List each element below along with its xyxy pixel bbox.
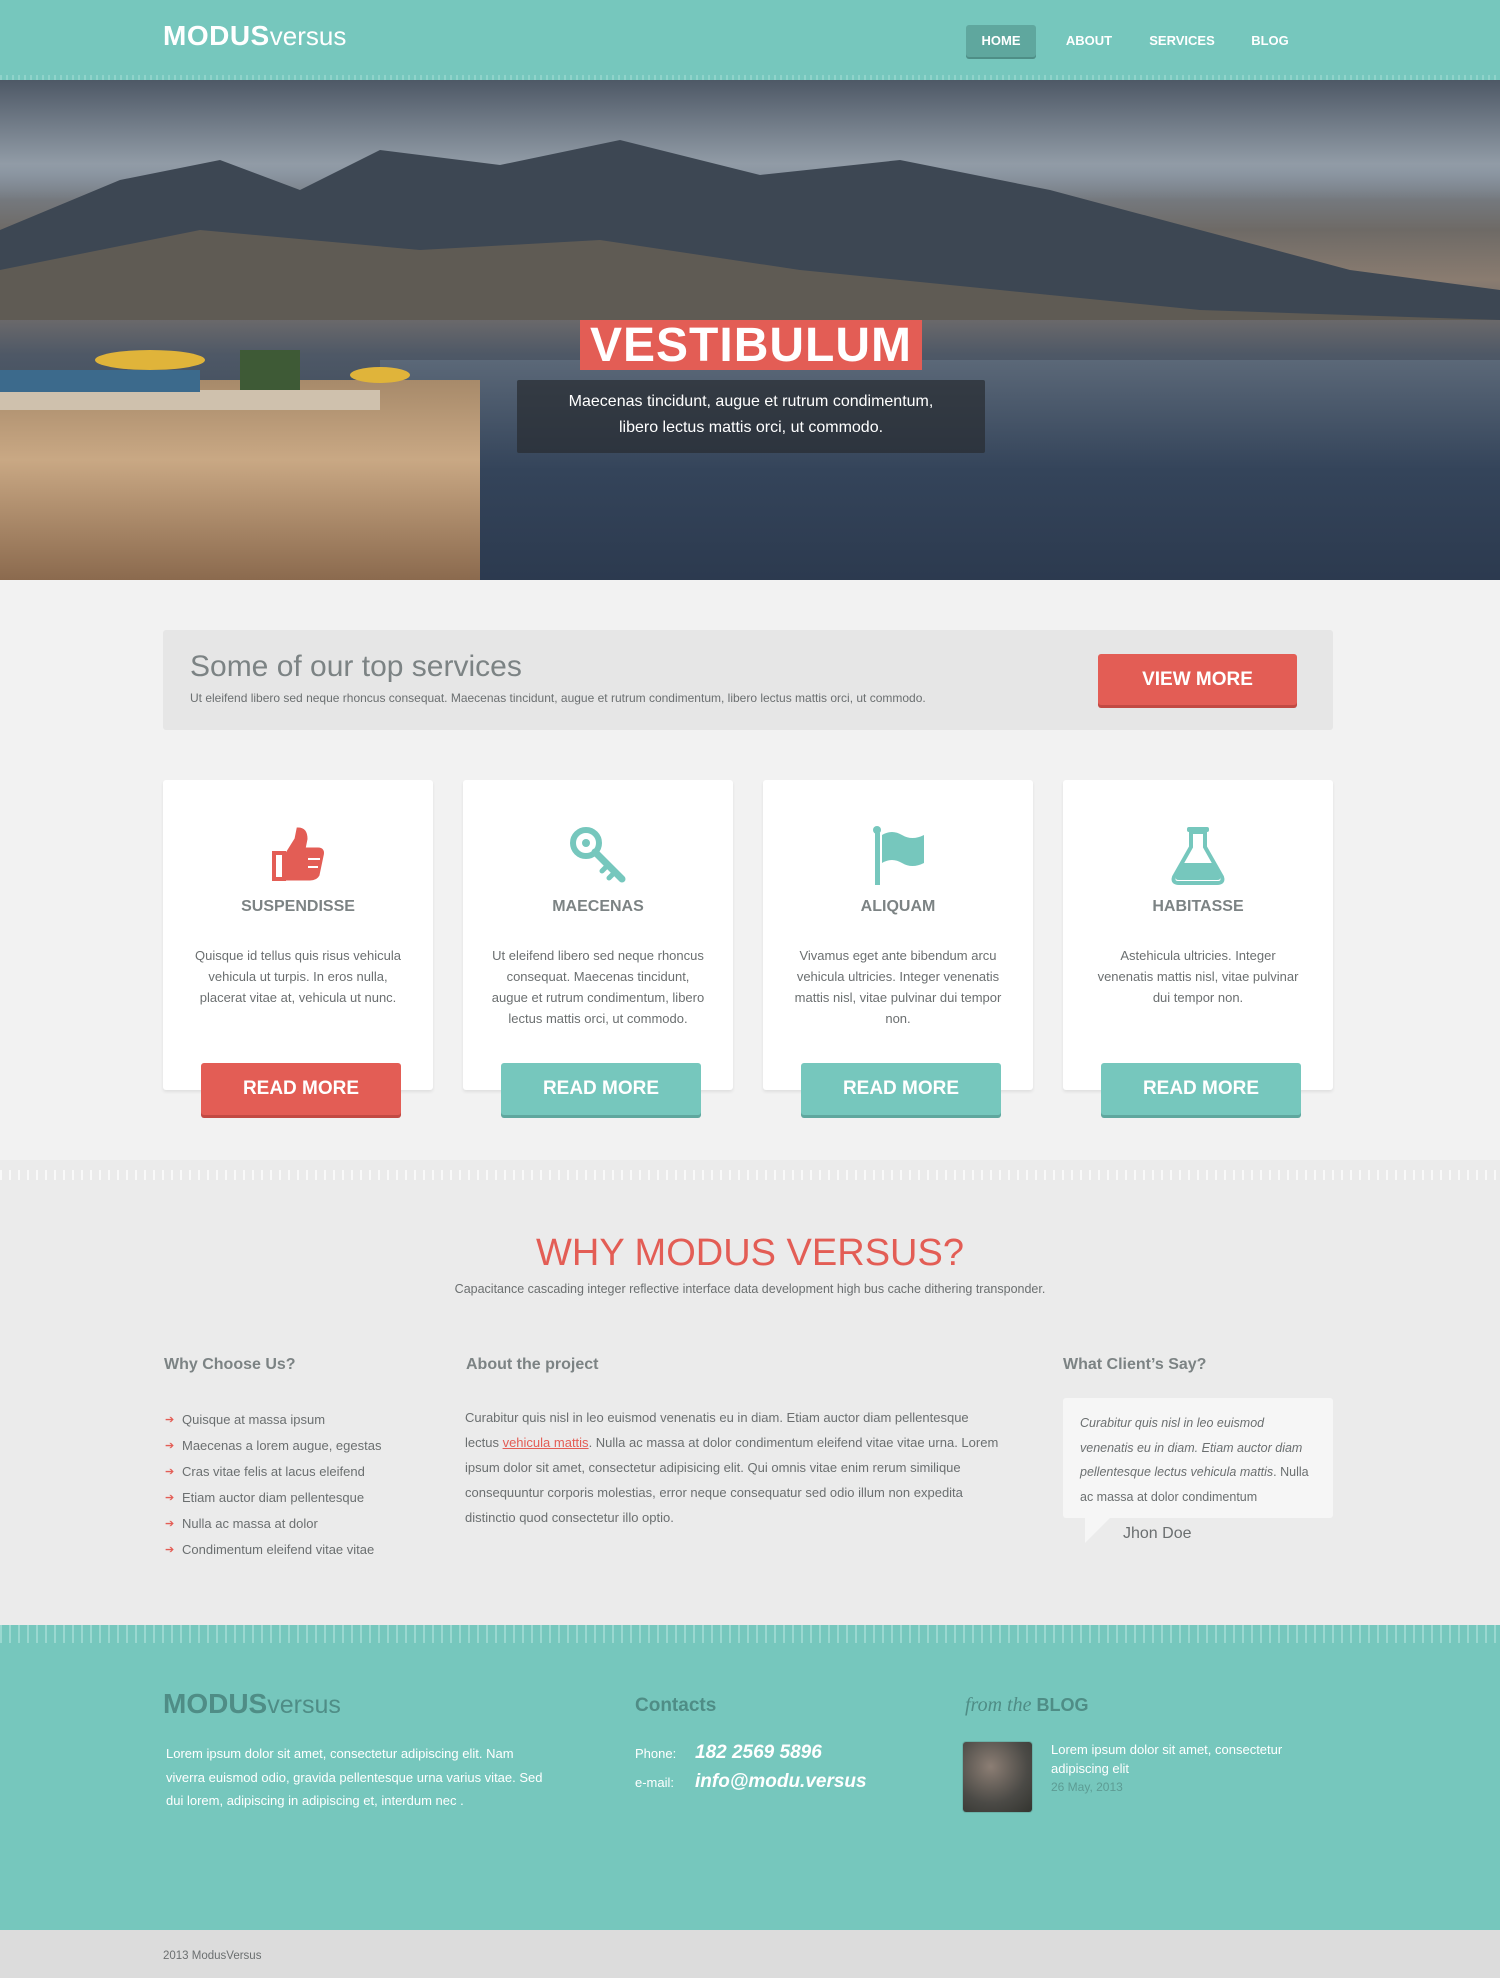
- blog-pre: from the: [965, 1694, 1032, 1716]
- why-stitch: [0, 1170, 1500, 1180]
- site-footer: MODUSversus Lorem ipsum dolor sit amet, …: [0, 1625, 1500, 1930]
- email-line: e-mail: info@modu.versus: [635, 1771, 867, 1793]
- top-services-heading: Some of our top services: [190, 650, 522, 683]
- about-project-heading: About the project: [466, 1356, 599, 1373]
- blog-thumbnail[interactable]: [963, 1742, 1032, 1812]
- thumbs-up-icon: [272, 827, 324, 881]
- card-text: Vivamus eget ante bibendum arcu vehicula…: [794, 948, 1002, 1026]
- list-item: Cras vitae felis at lacus eleifend: [165, 1459, 381, 1485]
- read-more-button[interactable]: READ MORE: [501, 1063, 701, 1115]
- footer-about-text: Lorem ipsum dolor sit amet, consectetur …: [166, 1746, 543, 1808]
- phone-label: Phone:: [635, 1746, 677, 1761]
- key-icon: [570, 827, 626, 883]
- phone-line: Phone: 182 2569 5896: [635, 1742, 822, 1764]
- view-more-button[interactable]: VIEW MORE: [1098, 654, 1297, 705]
- read-more-button[interactable]: READ MORE: [1101, 1063, 1301, 1115]
- hero-subtitle-line2: libero lectus mattis orci, ut commodo.: [618, 419, 884, 436]
- hero-terrace: [0, 350, 410, 410]
- list-item: Quisque at massa ipsum: [165, 1407, 381, 1433]
- why-choose-heading: Why Choose Us?: [164, 1356, 296, 1373]
- hero-subtitle: Maecenas tincidunt, augue et rutrum cond…: [517, 380, 985, 453]
- blog-post-title[interactable]: Lorem ipsum dolor sit amet, consectetur …: [1051, 1740, 1311, 1778]
- list-item: Nulla ac massa at dolor: [165, 1511, 381, 1537]
- list-item: Maecenas a lorem augue, egestas: [165, 1433, 381, 1459]
- contacts-heading: Contacts: [635, 1695, 717, 1716]
- list-item: Etiam auctor diam pellentesque: [165, 1485, 381, 1511]
- logo-light: versus: [269, 21, 347, 51]
- why-heading: WHY MODUS VERSUS?: [536, 1232, 964, 1274]
- flag-icon: [873, 826, 924, 885]
- main-nav: HOME ABOUT SERVICES BLOG: [966, 25, 1300, 57]
- card-title: ALIQUAM: [860, 898, 936, 915]
- about-project-text: Curabitur quis nisl in leo euismod venen…: [465, 1405, 1000, 1530]
- nav-blog[interactable]: BLOG: [1240, 25, 1300, 57]
- footer-stitch: [0, 1625, 1500, 1643]
- card-title: HABITASSE: [1152, 898, 1244, 915]
- flask-icon: [1171, 827, 1225, 885]
- why-choose-list: Quisque at massa ipsum Maecenas a lorem …: [165, 1407, 381, 1563]
- card-title: MAECENAS: [552, 898, 644, 915]
- copyright-text: 2013 ModusVersus: [163, 1950, 262, 1962]
- card-text: Ut eleifend libero sed neque rhoncus con…: [491, 948, 705, 1026]
- service-card-maecenas: MAECENAS Ut eleifend libero sed neque rh…: [463, 780, 733, 1115]
- card-text: Quisque id tellus quis risus vehicula ve…: [195, 948, 401, 1005]
- service-card-suspendisse: SUSPENDISSE Quisque id tellus quis risus…: [163, 780, 433, 1115]
- hero-mountains: [0, 140, 1500, 320]
- top-services-bar: Some of our top services Ut eleifend lib…: [163, 630, 1333, 730]
- quote-author: Jhon Doe: [1123, 1525, 1192, 1542]
- service-card-aliquam: ALIQUAM Vivamus eget ante bibendum arcu …: [763, 780, 1033, 1115]
- footer-logo-light: versus: [267, 1691, 341, 1719]
- phone-value[interactable]: 182 2569 5896: [695, 1742, 822, 1763]
- blog-post-date: 26 May, 2013: [1051, 1780, 1123, 1794]
- list-item: Condimentum eleifend vitae vitae: [165, 1537, 381, 1563]
- site-logo[interactable]: MODUSversus: [163, 20, 346, 52]
- site-header: MODUSversus HOME ABOUT SERVICES BLOG: [0, 0, 1500, 80]
- card-text: Astehicula ultricies. Integer venenatis …: [1097, 948, 1299, 1005]
- email-label: e-mail:: [635, 1775, 675, 1790]
- why-section: WHY MODUS VERSUS? Capacitance cascading …: [0, 1160, 1500, 1625]
- read-more-button[interactable]: READ MORE: [201, 1063, 401, 1115]
- nav-home[interactable]: HOME: [966, 25, 1036, 57]
- email-value[interactable]: info@modu.versus: [695, 1771, 867, 1792]
- quote-italic: Curabitur quis nisl in leo euismod venen…: [1080, 1416, 1303, 1479]
- hero-banner: VESTIBULUM Maecenas tincidunt, augue et …: [0, 80, 1500, 580]
- why-subheading: Capacitance cascading integer reflective…: [454, 1282, 1046, 1296]
- client-quote: Curabitur quis nisl in leo euismod venen…: [1063, 1398, 1333, 1543]
- top-services-text: Ut eleifend libero sed neque rhoncus con…: [190, 691, 926, 705]
- footer-logo[interactable]: MODUSversus: [163, 1688, 341, 1720]
- footer-logo-bold: MODUS: [163, 1688, 268, 1719]
- about-link[interactable]: vehicula mattis: [503, 1435, 589, 1450]
- hero-subtitle-line1: Maecenas tincidunt, augue et rutrum cond…: [568, 393, 934, 410]
- clients-heading: What Client’s Say?: [1063, 1356, 1207, 1373]
- footer-blog-heading: from the BLOG: [965, 1694, 1088, 1717]
- nav-services[interactable]: SERVICES: [1142, 25, 1222, 57]
- hero-title: VESTIBULUM: [580, 320, 922, 372]
- card-title: SUSPENDISSE: [241, 898, 355, 915]
- logo-bold: MODUS: [163, 20, 270, 51]
- copyright-bar: 2013 ModusVersus: [0, 1930, 1500, 1978]
- service-card-habitasse: HABITASSE Astehicula ultricies. Integer …: [1063, 780, 1333, 1115]
- read-more-button[interactable]: READ MORE: [801, 1063, 1001, 1115]
- nav-about[interactable]: ABOUT: [1054, 25, 1124, 57]
- blog-word: BLOG: [1036, 1695, 1089, 1715]
